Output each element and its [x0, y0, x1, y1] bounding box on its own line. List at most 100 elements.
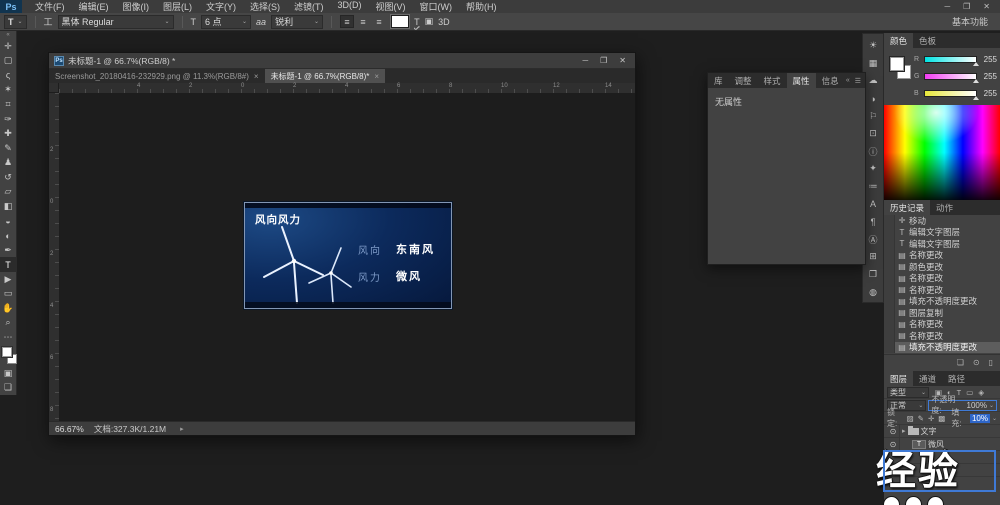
pen-tool[interactable]: ✒: [0, 243, 17, 258]
tool-preset-picker[interactable]: T ⌄: [4, 15, 27, 29]
doc-close-button[interactable]: ✕: [619, 56, 626, 65]
app-minimize-button[interactable]: ─: [944, 2, 950, 11]
notes-panel-icon[interactable]: ❐: [863, 266, 883, 284]
path-selection-tool[interactable]: ▶: [0, 272, 17, 287]
history-source-well[interactable]: [884, 319, 895, 331]
status-menu-chevron-icon[interactable]: ▸: [180, 425, 184, 433]
blur-tool[interactable]: ◒: [0, 214, 17, 229]
menu-item[interactable]: 3D(D): [331, 0, 369, 13]
timeline-panel-icon[interactable]: ◍: [863, 283, 883, 301]
history-state-row[interactable]: T 编辑文字图层: [884, 238, 1000, 250]
character-styles-panel-icon[interactable]: Ⓐ: [863, 231, 883, 249]
fill-value-highlighted[interactable]: 10%: [970, 414, 990, 423]
history-state-row[interactable]: ▤ 名称更改: [884, 319, 1000, 331]
layer-comps-panel-icon[interactable]: ⊞: [863, 248, 883, 266]
character-panel-icon[interactable]: A: [863, 195, 883, 213]
quick-mask-button[interactable]: ▣: [0, 366, 17, 381]
adjustments-panel-icon[interactable]: ☀: [863, 37, 883, 55]
panel-tab[interactable]: 动作: [930, 200, 959, 215]
actions-panel-icon[interactable]: ✦: [863, 160, 883, 178]
menu-item[interactable]: 编辑(E): [72, 0, 116, 13]
paragraph-panel-icon[interactable]: ¶: [863, 213, 883, 231]
history-state-row[interactable]: ✛ 移动: [884, 215, 1000, 227]
navigator-panel-icon[interactable]: ⚐: [863, 107, 883, 125]
panel-tab[interactable]: 历史记录: [884, 200, 930, 215]
new-document-from-state-icon[interactable]: ❏: [957, 358, 964, 367]
history-state-row[interactable]: ▤ 填充不透明度更改: [884, 296, 1000, 308]
foreground-color-swatch[interactable]: [2, 347, 12, 357]
panel-tab[interactable]: 属性: [787, 73, 816, 88]
color-slider[interactable]: [924, 90, 977, 97]
type-tool[interactable]: T: [0, 257, 17, 272]
menu-item[interactable]: 图像(I): [116, 0, 157, 13]
history-source-well[interactable]: [884, 330, 895, 342]
history-state-row[interactable]: ▤ 颜色更改: [884, 261, 1000, 273]
panel-tab[interactable]: 色板: [913, 33, 942, 48]
history-source-well[interactable]: [884, 250, 895, 262]
warp-text-icon[interactable]: T: [414, 17, 420, 27]
panel-tab[interactable]: 样式: [758, 73, 787, 88]
lock-pixels-icon[interactable]: ✎: [917, 414, 925, 423]
canvas-area[interactable]: 风向风力: [59, 93, 635, 422]
new-snapshot-icon[interactable]: ⊙: [973, 358, 980, 367]
document-tab[interactable]: Screenshot_20180416-232929.png @ 11.3%(R…: [49, 69, 265, 83]
wind-widget-artwork[interactable]: 风向风力: [244, 202, 452, 309]
eyedropper-tool[interactable]: ✑: [0, 112, 17, 127]
history-state-row[interactable]: ▤ 名称更改: [884, 284, 1000, 296]
marquee-tool[interactable]: ▢: [0, 54, 17, 69]
menu-item[interactable]: 文字(Y): [199, 0, 243, 13]
panel-collapse-icon[interactable]: «: [846, 77, 850, 84]
doc-restore-button[interactable]: ❐: [600, 56, 607, 65]
history-state-row[interactable]: ▤ 名称更改: [884, 250, 1000, 262]
move-tool[interactable]: ✛: [0, 39, 17, 54]
eraser-tool[interactable]: ▱: [0, 185, 17, 200]
toggle-panels-icon[interactable]: ▣: [425, 16, 434, 27]
color-slider[interactable]: [924, 56, 977, 63]
filter-smart-objects-icon[interactable]: ◈: [977, 388, 985, 397]
panel-tab[interactable]: 信息: [816, 73, 845, 88]
color-spectrum-picker[interactable]: [884, 105, 1000, 200]
zoom-level-field[interactable]: 66.67%: [55, 424, 84, 434]
filter-shape-layers-icon[interactable]: ▭: [965, 388, 974, 397]
menu-item[interactable]: 文件(F): [28, 0, 72, 13]
3d-button[interactable]: 3D: [438, 17, 450, 27]
anti-alias-select[interactable]: 锐利 ⌄: [271, 15, 323, 29]
panel-tab[interactable]: 路径: [942, 371, 971, 386]
toolbar-collapse-icon[interactable]: «: [6, 32, 9, 39]
text-color-swatch[interactable]: [391, 15, 409, 28]
panel-tab[interactable]: 图层: [884, 371, 913, 386]
layer-group-row[interactable]: ⊙ ▸ 文字: [884, 425, 1000, 438]
menu-item[interactable]: 视图(V): [369, 0, 413, 13]
lock-transparent-icon[interactable]: ▨: [906, 414, 915, 423]
text-orientation-icon[interactable]: 工: [44, 15, 53, 28]
menu-item[interactable]: 帮助(H): [459, 0, 504, 13]
menu-item[interactable]: 滤镜(T): [287, 0, 331, 13]
history-state-row[interactable]: T 编辑文字图层: [884, 227, 1000, 239]
channel-value[interactable]: 255: [980, 55, 997, 64]
brush-tool[interactable]: ✎: [0, 141, 17, 156]
align-center-button[interactable]: ≡: [356, 15, 370, 28]
workspace-switcher[interactable]: 基本功能: [952, 15, 988, 28]
history-source-well[interactable]: [884, 296, 895, 308]
doc-minimize-button[interactable]: ─: [582, 56, 588, 65]
lock-position-icon[interactable]: ✛: [927, 414, 935, 423]
clone-stamp-tool[interactable]: ♟: [0, 156, 17, 171]
dodge-tool[interactable]: ◐: [0, 228, 17, 243]
history-state-row[interactable]: ▤ 名称更改: [884, 273, 1000, 285]
panel-tab[interactable]: 通道: [913, 371, 942, 386]
app-restore-button[interactable]: ❐: [963, 2, 970, 11]
panel-menu-icon[interactable]: ☰: [855, 77, 861, 85]
foreground-color-swatch[interactable]: [890, 57, 904, 71]
app-close-button[interactable]: ✕: [983, 2, 990, 11]
levels-panel-icon[interactable]: ▦: [863, 55, 883, 73]
color-swatches[interactable]: [0, 346, 17, 365]
crop-tool[interactable]: ⌗: [0, 97, 17, 112]
layer-name[interactable]: 文字: [921, 426, 937, 437]
history-brush-tool[interactable]: ↺: [0, 170, 17, 185]
quick-selection-tool[interactable]: ✶: [0, 83, 17, 98]
curves-panel-icon[interactable]: ◑: [863, 90, 883, 108]
info-panel-icon[interactable]: ⓘ: [863, 143, 883, 161]
history-source-well[interactable]: [884, 261, 895, 273]
close-icon[interactable]: ×: [374, 72, 379, 81]
history-state-row[interactable]: ▤ 名称更改: [884, 330, 1000, 342]
